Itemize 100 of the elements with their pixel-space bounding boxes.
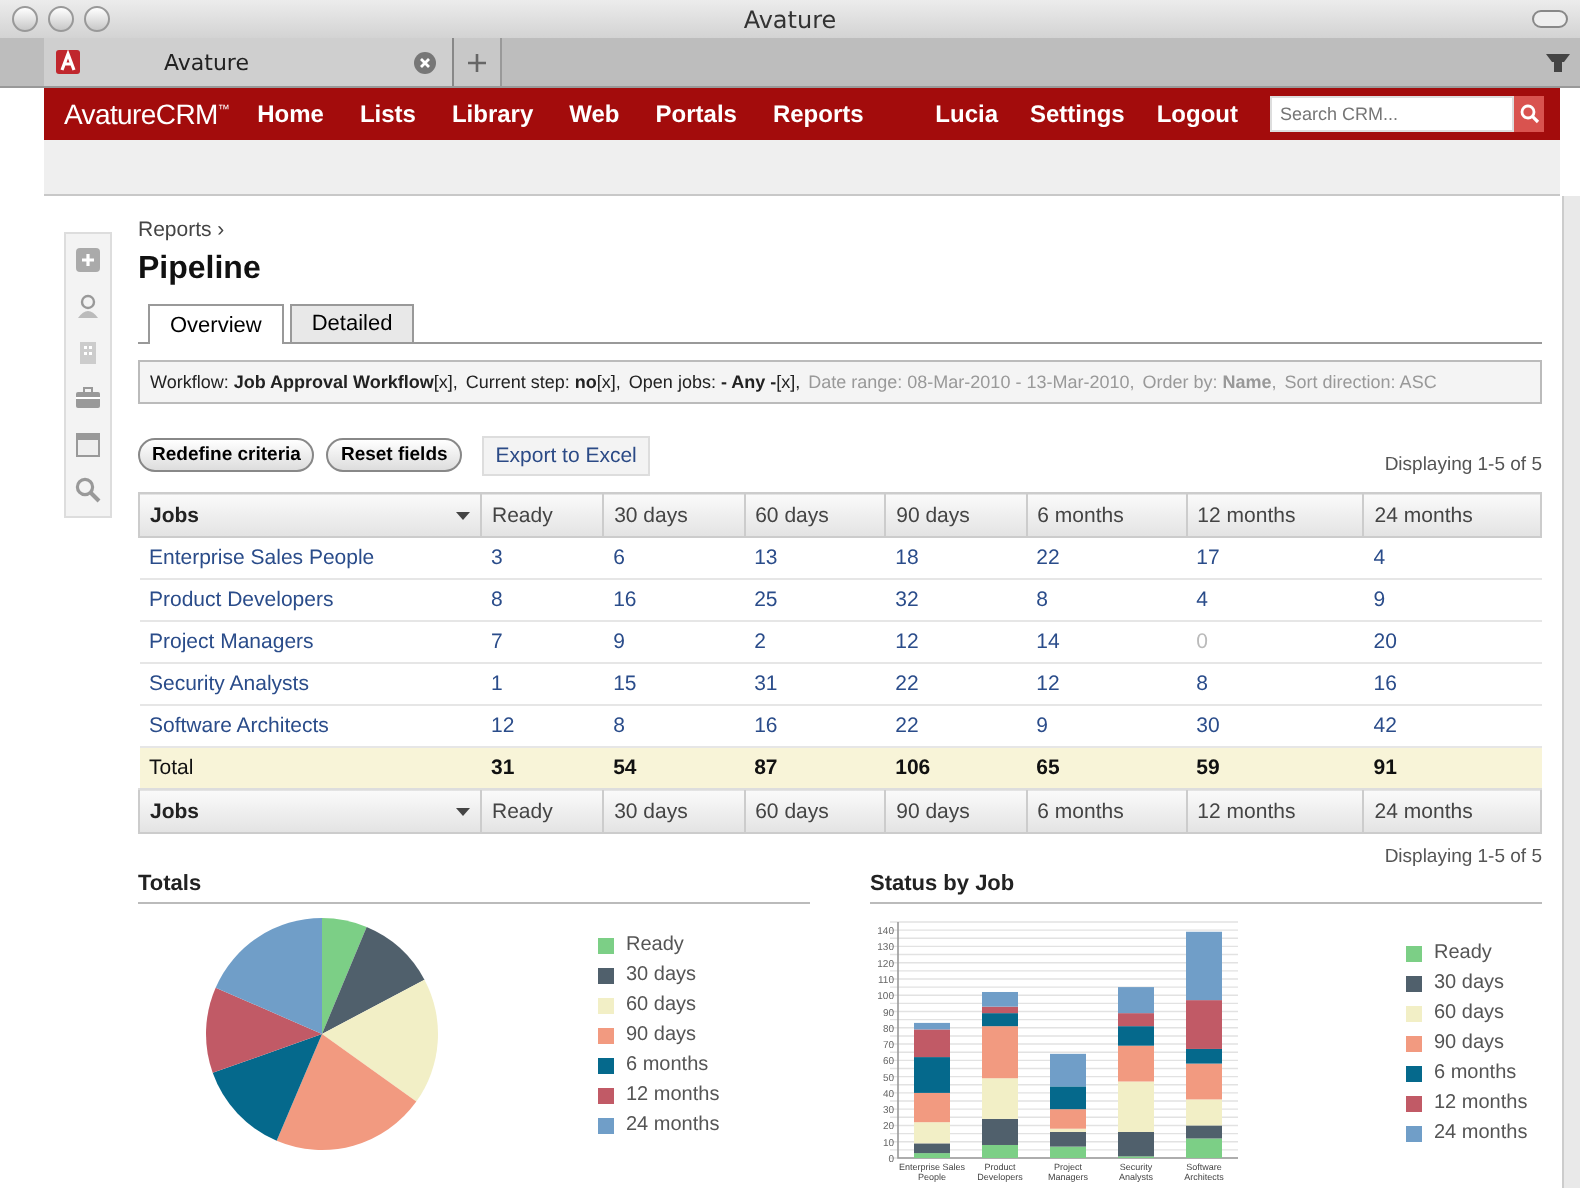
count-link[interactable]: 32 [885,579,1027,621]
count-link[interactable]: 13 [744,537,886,579]
bar-segment [1050,1086,1086,1110]
plus-icon [466,51,488,73]
nav-link[interactable]: Lucia [935,100,998,128]
count-link[interactable]: 3 [481,537,604,579]
building-icon[interactable] [74,338,102,366]
bar-segment [1050,1053,1086,1087]
close-icon[interactable] [414,51,436,73]
column-header[interactable]: 24 months [1363,493,1541,537]
column-header[interactable]: 12 months [1186,789,1364,833]
briefcase-icon[interactable] [74,384,102,412]
person-icon[interactable] [74,292,102,320]
section-title: Status by Job [870,872,1542,904]
nav-link[interactable]: Settings [1030,100,1125,128]
column-header[interactable]: 24 months [1363,789,1541,833]
count-link[interactable]: 9 [603,621,745,663]
window-title: Avature [741,5,839,33]
close-icon[interactable] [12,6,38,32]
table-cell: 91 [1363,747,1541,789]
export-button[interactable]: Export to Excel [481,435,651,475]
search-field[interactable]: Search CRM... [1270,96,1514,132]
column-header[interactable]: 60 days [744,789,886,833]
count-link[interactable]: 8 [1186,663,1364,705]
table-cell: Total [139,747,481,789]
nav-link[interactable]: Library [451,100,534,128]
count-link[interactable]: 15 [603,663,745,705]
new-tab-button[interactable] [454,38,502,86]
count-link[interactable]: 8 [481,579,604,621]
count-link[interactable]: 16 [1363,663,1541,705]
column-header[interactable]: 12 months [1186,493,1364,537]
job-link[interactable]: Enterprise Sales People [139,537,481,579]
zoom-icon[interactable] [84,6,110,32]
count-link[interactable]: 4 [1186,579,1364,621]
count-link[interactable]: 14 [1026,621,1187,663]
scrollbar[interactable] [1562,196,1580,1188]
column-header[interactable]: 90 days [885,493,1027,537]
action-button[interactable]: Reset fields [326,438,462,472]
section-title: Totals [138,872,810,904]
search-icon[interactable] [74,476,102,504]
count-link[interactable]: 2 [744,621,886,663]
bar-segment [1186,1138,1222,1158]
count-link[interactable]: 12 [885,621,1027,663]
count-link[interactable]: 6 [603,537,745,579]
legend-label: 90 days [1434,1032,1505,1054]
column-header[interactable]: 60 days [744,493,886,537]
count-link[interactable]: 16 [603,579,745,621]
job-link[interactable]: Product Developers [139,579,481,621]
column-header[interactable]: 6 months [1026,493,1187,537]
job-link[interactable]: Project Managers [139,621,481,663]
column-header[interactable]: 90 days [885,789,1027,833]
count-link[interactable]: 31 [744,663,886,705]
count-link[interactable]: 1 [481,663,604,705]
count-link[interactable]: 22 [1026,537,1187,579]
column-header[interactable]: 30 days [603,493,745,537]
column-header[interactable]: Ready [481,493,604,537]
count-link[interactable]: 12 [1026,663,1187,705]
table-cell: 59 [1186,747,1364,789]
count-link[interactable]: 7 [481,621,604,663]
count-link[interactable]: 17 [1186,537,1364,579]
bookmarks-menu-icon[interactable] [1544,50,1572,74]
tab[interactable]: Overview [148,304,284,344]
nav-link[interactable]: Logout [1156,100,1238,128]
criteria-text: Open jobs: - Any -[x], [628,372,801,392]
count-link[interactable]: 4 [1363,537,1541,579]
legend-label: 12 months [1434,1092,1528,1114]
add-icon[interactable] [74,246,102,274]
nav-link[interactable]: Lists [359,100,416,128]
count-link[interactable]: 8 [1026,579,1187,621]
legend-label: 60 days [1434,1002,1505,1024]
paging-text: Displaying 1-5 of 5 [1384,846,1542,868]
nav-link[interactable]: Reports [772,100,864,128]
column-header[interactable]: Jobs [139,493,481,537]
minimize-icon[interactable] [48,6,74,32]
browser-tab[interactable]: Avature [44,38,454,86]
count-link[interactable]: 18 [885,537,1027,579]
nav-link[interactable]: Home [257,100,324,128]
criteria-text: Current step: no[x], [465,372,621,392]
breadcrumb-link[interactable]: Reports › [138,218,225,242]
column-header[interactable]: Jobs [139,789,481,833]
criteria-text: Date range: 08-Mar-2010 - 13-Mar-2010, [808,372,1135,392]
toolbar-toggle-icon[interactable] [1532,10,1568,28]
logo[interactable]: AvatureCRM$^{™}$ [64,98,230,130]
caret-icon [456,807,470,815]
action-button[interactable]: Redefine criteria [138,438,315,472]
nav-link[interactable]: Web [569,100,620,128]
column-header[interactable]: Ready [481,789,604,833]
count-link[interactable]: 20 [1363,621,1541,663]
calendar-icon[interactable] [74,430,102,458]
column-header[interactable]: 30 days [603,789,745,833]
count-link[interactable]: 22 [885,663,1027,705]
search-button[interactable] [1514,96,1544,132]
count-link[interactable]: 9 [1363,579,1541,621]
nav-link[interactable]: Portals [655,100,737,128]
count-link[interactable]: 25 [744,579,886,621]
job-link[interactable]: Security Analysts [139,663,481,705]
legend-label: 60 days [626,994,697,1016]
tab[interactable]: Detailed [289,304,415,342]
column-header[interactable]: 6 months [1026,789,1187,833]
legend-label: 30 days [626,964,697,986]
